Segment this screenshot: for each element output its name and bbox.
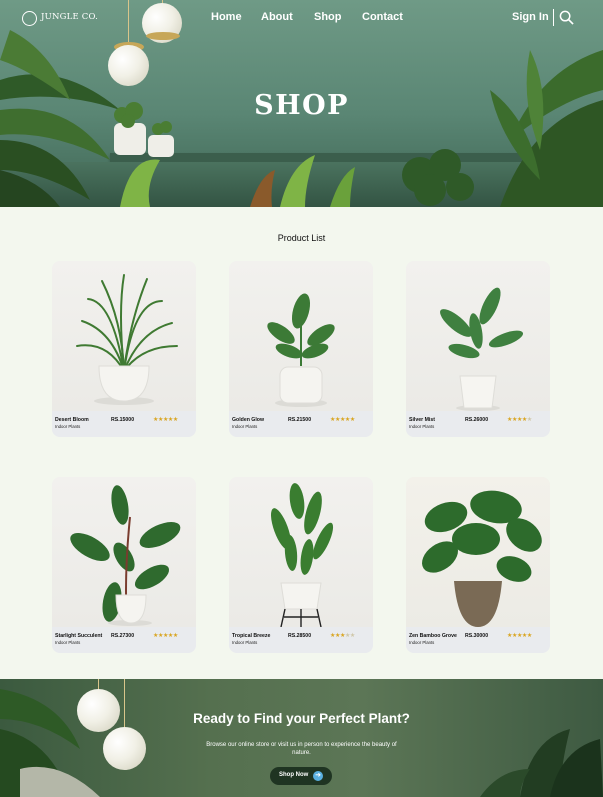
product-name: Starlight Succulent [55,633,103,639]
rating-stars: ★★★★★ [330,633,355,639]
product-image [406,261,550,411]
product-name: Desert Bloom [55,417,89,423]
product-card[interactable]: Silver Mist Indoor Plants RS.26000 ★★★★★ [406,261,550,437]
cta-subtitle: Browse our online store or visit us in p… [206,742,397,756]
rating-stars: ★★★★★ [507,417,532,423]
product-price: RS.27300 [111,633,135,639]
rating-stars: ★★★★★ [507,633,532,639]
product-card[interactable]: Tropical Breeze Indoor Plants RS.28500 ★… [229,477,373,653]
product-info: Silver Mist Indoor Plants RS.26000 ★★★★★ [406,411,550,437]
product-image [52,261,196,411]
hero-banner: JUNGLE CO. Home About Shop Contact Sign … [0,0,603,207]
product-name: Silver Mist [409,417,435,423]
product-category: Indoor Plants [55,424,81,429]
product-info: Zen Bamboo Grove Indoor Plants RS.30000 … [406,627,550,653]
sign-in-link[interactable]: Sign In [512,11,549,23]
product-category: Indoor Plants [409,640,435,645]
product-category: Indoor Plants [232,424,258,429]
rating-stars: ★★★★★ [153,633,178,639]
top-nav: JUNGLE CO. Home About Shop Contact Sign … [0,0,603,36]
cta-title: Ready to Find your Perfect Plant? [193,711,410,726]
rating-stars: ★★★★★ [330,417,355,423]
product-category: Indoor Plants [55,640,81,645]
product-price: RS.28500 [288,633,312,639]
product-image [229,261,373,411]
product-info: Tropical Breeze Indoor Plants RS.28500 ★… [229,627,373,653]
pendant-lamp-4 [103,727,146,770]
brand-name[interactable]: JUNGLE CO. [41,12,98,22]
product-card[interactable]: Starlight Succulent Indoor Plants RS.273… [52,477,196,653]
product-info: Golden Glow Indoor Plants RS.21500 ★★★★★ [229,411,373,437]
cta-banner: Ready to Find your Perfect Plant? Browse… [0,679,603,797]
product-price: RS.21500 [288,417,312,423]
product-name: Zen Bamboo Grove [409,633,457,639]
pendant-lamp-1 [108,45,149,86]
product-list-title: Product List [277,233,326,243]
product-name: Golden Glow [232,417,264,423]
nav-about[interactable]: About [261,11,293,23]
nav-shop[interactable]: Shop [314,11,342,23]
shop-now-label: Shop Now [279,772,309,778]
rating-stars: ★★★★★ [153,417,178,423]
product-image [406,477,550,627]
product-price: RS.26000 [465,417,489,423]
page-title: SHOP [254,90,349,121]
product-card[interactable]: Golden Glow Indoor Plants RS.21500 ★★★★★ [229,261,373,437]
product-image [229,477,373,627]
search-icon[interactable] [559,10,574,25]
arrow-right-icon: ➜ [313,771,323,781]
shop-now-button[interactable]: Shop Now ➜ [270,767,332,785]
nav-divider [553,9,554,26]
product-category: Indoor Plants [232,640,258,645]
leaf-logo-icon[interactable] [22,11,37,26]
product-info: Starlight Succulent Indoor Plants RS.273… [52,627,196,653]
product-category: Indoor Plants [409,424,435,429]
product-card[interactable]: Zen Bamboo Grove Indoor Plants RS.30000 … [406,477,550,653]
product-price: RS.30000 [465,633,489,639]
nav-contact[interactable]: Contact [362,11,403,23]
product-info: Desert Bloom Indoor Plants RS.15000 ★★★★… [52,411,196,437]
product-card[interactable]: Desert Bloom Indoor Plants RS.15000 ★★★★… [52,261,196,437]
nav-home[interactable]: Home [211,11,242,23]
product-price: RS.15000 [111,417,135,423]
product-name: Tropical Breeze [232,633,271,639]
product-image [52,477,196,627]
